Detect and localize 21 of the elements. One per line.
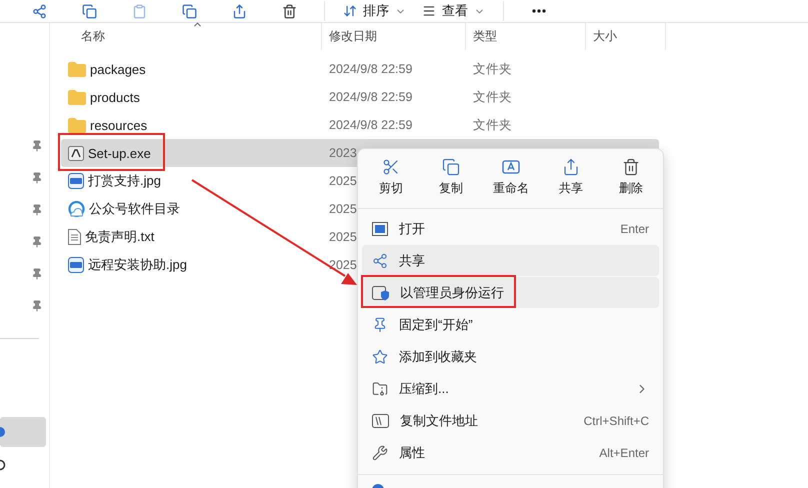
shortcut-text: Ctrl+Shift+C xyxy=(584,414,649,428)
file-name: 远程安装协助.jpg xyxy=(88,256,187,274)
file-name: 打赏支持.jpg xyxy=(88,172,161,190)
file-date: 2024/9/8 22:59 xyxy=(329,62,412,76)
file-name: 免责声明.txt xyxy=(85,228,154,246)
file-date: 2025 xyxy=(329,174,357,188)
file-name: 公众号软件目录 xyxy=(89,200,180,218)
file-name: products xyxy=(90,90,140,104)
file-date: 2025 xyxy=(329,202,357,216)
file-name: resources xyxy=(90,118,148,132)
file-date: 2024/9/8 22:59 xyxy=(329,90,412,104)
file-type: 文件夹 xyxy=(473,116,512,134)
file-name: packages xyxy=(90,62,146,76)
file-date: 2023 xyxy=(329,146,357,160)
shortcut-text: Enter xyxy=(620,222,649,236)
shortcut-text: Alt+Enter xyxy=(599,446,649,460)
file-date: 2025 xyxy=(329,230,357,244)
file-type: 文件夹 xyxy=(473,60,512,78)
file-name: Set-up.exe xyxy=(88,146,151,160)
file-date: 2024/9/8 22:59 xyxy=(329,118,412,132)
file-type: 文件夹 xyxy=(473,88,512,106)
